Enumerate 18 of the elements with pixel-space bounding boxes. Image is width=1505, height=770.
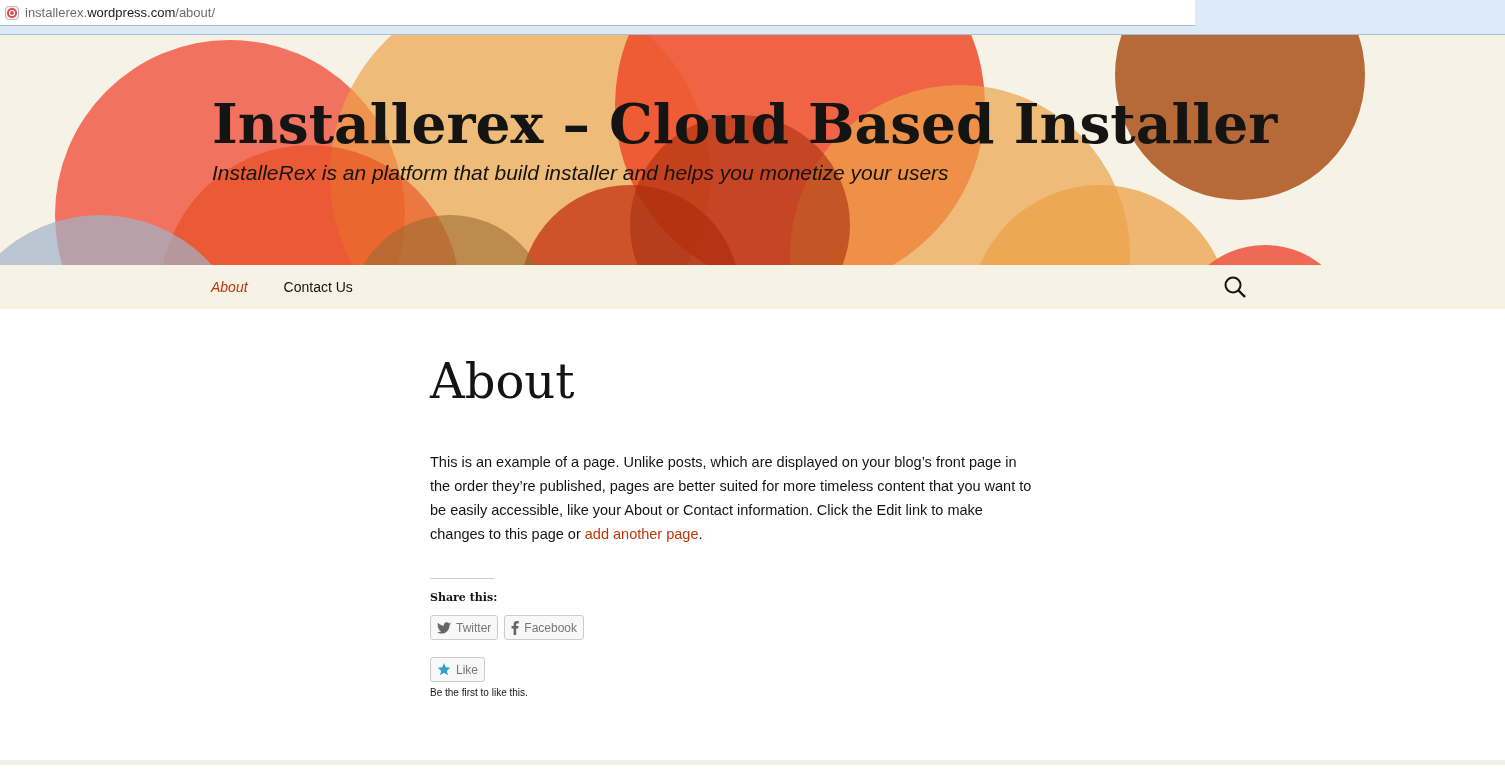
url-text: installerex.wordpress.com/about/ xyxy=(25,5,216,20)
page-title: About xyxy=(430,352,576,409)
bird-icon xyxy=(437,621,451,634)
nav-link[interactable]: About xyxy=(193,275,266,299)
star-icon xyxy=(437,663,451,676)
facebook-icon xyxy=(511,620,520,635)
share-heading: Share this: xyxy=(430,591,499,604)
facebook-share-button[interactable]: Facebook xyxy=(504,615,585,640)
search-icon[interactable] xyxy=(1223,275,1247,299)
address-bar[interactable]: installerex.wordpress.com/about/ xyxy=(0,0,1195,26)
site-tagline: InstalleRex is an platform that build installer and helps you monetize your users xyxy=(212,161,950,185)
twitter-share-button[interactable]: Twitter xyxy=(430,615,499,640)
body-paragraph: This is an example of a page. Unlike posts, which are displayed on your blog’s front page in the order they’re published, pages are better suited for more timeless content that you want to be easily accessible, like your About or Contact information. Click the Edit link to make changes to this page or add another page. xyxy=(430,453,1033,544)
nav-link[interactable]: Contact Us xyxy=(265,275,371,299)
like-button[interactable]: Like xyxy=(430,657,485,682)
site-icon xyxy=(5,5,19,20)
add-page-link[interactable]: add another page xyxy=(584,526,699,542)
like-note: Be the first to like this. xyxy=(430,687,529,698)
